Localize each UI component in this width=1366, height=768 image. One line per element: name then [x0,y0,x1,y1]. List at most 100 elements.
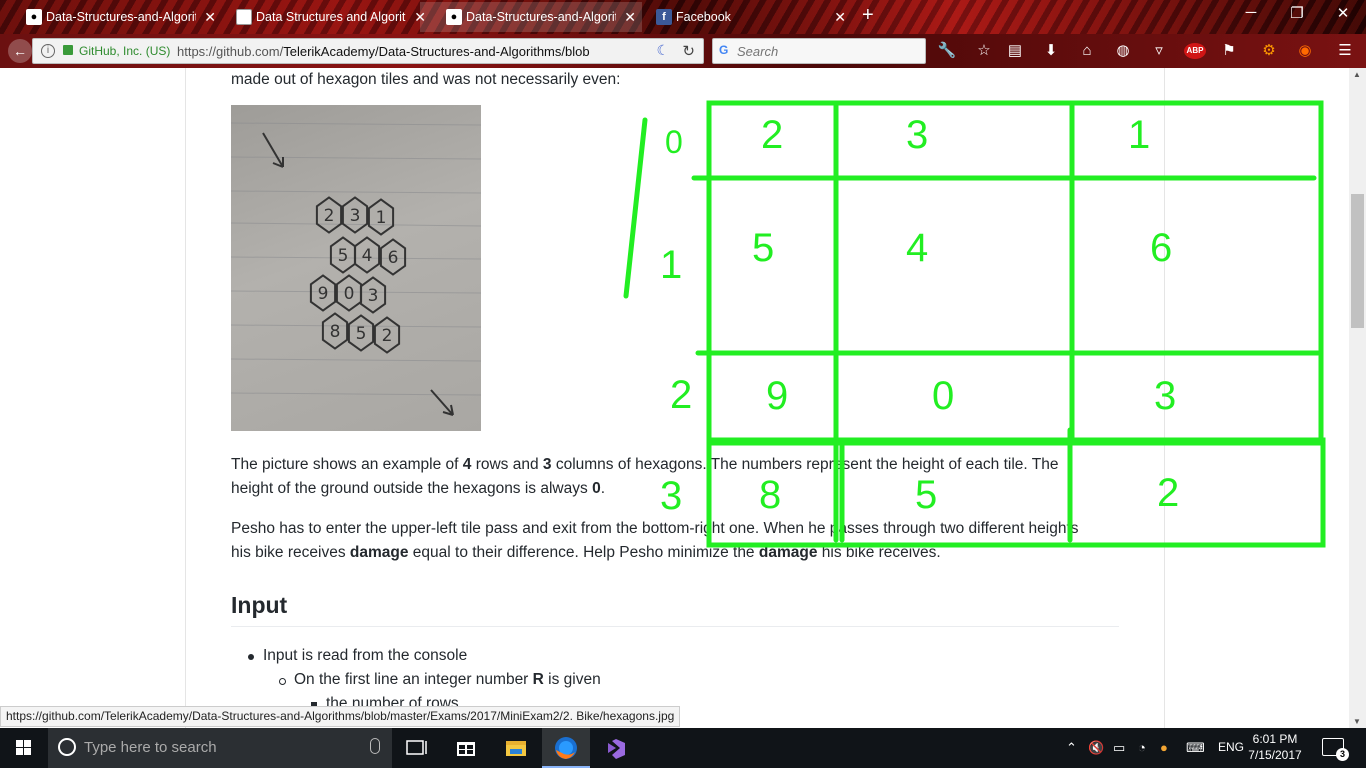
restore-button[interactable]: ❐ [1282,4,1312,22]
damage-term: damage [349,544,409,561]
clock-time: 6:01 PM [1252,732,1298,746]
adblock-label: ABP [1186,46,1204,55]
scrollbar-thumb[interactable] [1351,194,1364,328]
back-button[interactable]: ← [8,39,32,63]
para2-text: his bike receives. [817,544,941,561]
keyboard-icon[interactable]: ⌨ [1186,740,1205,756]
pocket-icon[interactable]: ▿ [1148,42,1170,60]
github-icon: ● [446,9,462,25]
para1-text: The picture shows an example of [231,456,463,473]
damage-term: damage [758,544,818,561]
search-input[interactable] [737,42,917,60]
list-text: On the first line an integer number [294,671,533,688]
content-border-left [185,68,186,728]
para1-text: columns of hexagons. The numbers represe… [551,456,1059,473]
rows-variable: R [532,671,544,688]
home-icon[interactable]: ⌂ [1076,42,1098,60]
close-tab-icon[interactable]: ✕ [834,2,846,32]
site-identity[interactable]: GitHub, Inc. (US) [79,44,170,58]
duckduckgo-icon[interactable]: ◉ [1294,42,1316,60]
settings-gear-icon[interactable]: ⚙ [1258,42,1280,60]
tray-app-icon[interactable]: ● [1160,740,1168,755]
language-indicator[interactable]: ENG [1218,740,1244,754]
taskbar-clock[interactable]: 6:01 PM 7/15/2017 [1244,731,1306,763]
tray-expand-icon[interactable]: ⌃ [1066,740,1077,756]
tab-data-structures[interactable]: Data Structures and Algorith ✕ [210,2,432,32]
windows-logo-icon [16,740,31,755]
flag-extension-icon[interactable]: ⚑ [1218,42,1240,60]
para2-text: equal to their difference. Help Pesho mi… [408,544,759,561]
link-status-bar: https://github.com/TelerikAcademy/Data-S… [0,706,681,727]
sketch-hexagon-label: 4 [362,246,373,266]
firefox-icon [555,737,577,759]
tab-github-active[interactable]: ● Data-Structures-and-Algorit ✕ [420,2,642,32]
windows-taskbar: Type here to search ⌃ 🔇 ▭ ◔ ● ⌨ ENG 6:01… [0,728,1366,768]
extension-globe-icon[interactable]: ◍ [1112,42,1134,60]
url-text[interactable]: https://github.com/TelerikAcademy/Data-S… [177,44,647,59]
info-icon[interactable]: i [41,44,55,58]
menu-icon[interactable]: ☰ [1334,42,1356,60]
facebook-icon: f [656,9,672,25]
scroll-down-arrow[interactable]: ▼ [1353,717,1361,726]
microphone-icon[interactable] [370,738,380,754]
taskbar-search[interactable]: Type here to search [48,728,392,768]
list-item: Input is read from the console [247,647,468,664]
list-item: On the first line an integer number R is… [279,671,601,689]
google-search-icon: G [719,43,729,57]
browser-toolbar: ← i GitHub, Inc. (US) https://github.com… [0,34,1366,68]
tab-facebook[interactable]: f Facebook ✕ [630,2,852,32]
section-heading-input: Input [231,592,288,618]
adblock-icon[interactable]: ABP [1184,43,1206,59]
sketch-hexagon-label: 6 [388,248,399,268]
firefox-app[interactable] [542,728,590,768]
sketch-hexagon-label: 5 [356,324,367,344]
minimize-button[interactable]: ─ [1236,4,1266,21]
visual-studio-app[interactable] [592,728,640,768]
reading-list-icon[interactable]: ▤ [1004,42,1026,60]
volume-muted-icon[interactable]: 🔇 [1088,740,1104,756]
wifi-icon[interactable]: ◔ [1138,740,1146,755]
sketch-hexagon-label: 0 [344,284,355,304]
paragraph-picture: The picture shows an example of 4 rows a… [231,453,1058,501]
sketch-hexagon-label: 1 [376,208,387,228]
wrench-icon[interactable]: 🔧 [936,42,958,60]
tab-github-1[interactable]: ● Data-Structures-and-Algorit ✕ [0,2,222,32]
download-icon[interactable]: ⬇ [1040,42,1062,60]
battery-icon[interactable]: ▭ [1113,740,1125,756]
page-scrollbar[interactable]: ▲ ▼ [1349,68,1366,728]
para1-text: rows and [471,456,543,473]
bookmark-star-icon[interactable]: ☆ [973,42,995,60]
sketch-hexagon-label: 5 [338,246,349,266]
store-icon [457,742,475,756]
hexagons-photo[interactable]: 231546903852 [231,105,481,431]
start-button[interactable] [0,728,48,768]
search-box[interactable]: G [712,38,926,64]
scroll-up-arrow[interactable]: ▲ [1353,70,1361,79]
visual-studio-icon [608,739,625,759]
file-explorer-app[interactable] [492,728,540,768]
moon-icon[interactable]: ☾ [656,42,669,59]
page-content: made out of hexagon tiles and was not ne… [0,68,1366,728]
para2-text: his bike receives [231,544,350,561]
store-app[interactable] [442,728,490,768]
intro-text: made out of hexagon tiles and was not ne… [231,71,621,88]
url-main: TelerikAcademy/Data-Structures-and-Algor… [283,44,590,59]
address-bar[interactable]: i GitHub, Inc. (US) https://github.com/T… [32,38,704,64]
tab-label: Data-Structures-and-Algorit [466,10,616,24]
close-window-button[interactable]: ✕ [1328,4,1358,22]
content-border-right [1164,68,1165,728]
sketch-hexagon-label: 2 [324,206,335,226]
notification-count-badge: 3 [1336,748,1349,761]
sketch-hexagon-label: 3 [368,286,379,306]
reload-icon[interactable]: ↻ [682,42,695,60]
task-view-icon [406,740,427,755]
sketch-hexagon-label: 3 [350,206,361,226]
github-icon: ● [26,9,42,25]
tab-label: Data-Structures-and-Algorit [46,10,196,24]
folder-icon [506,741,526,756]
new-tab-button[interactable]: + [862,4,874,27]
clock-date: 7/15/2017 [1248,748,1302,762]
taskbar-search-placeholder: Type here to search [84,739,217,756]
task-view-button[interactable] [392,728,440,768]
list-text: is given [543,671,601,688]
